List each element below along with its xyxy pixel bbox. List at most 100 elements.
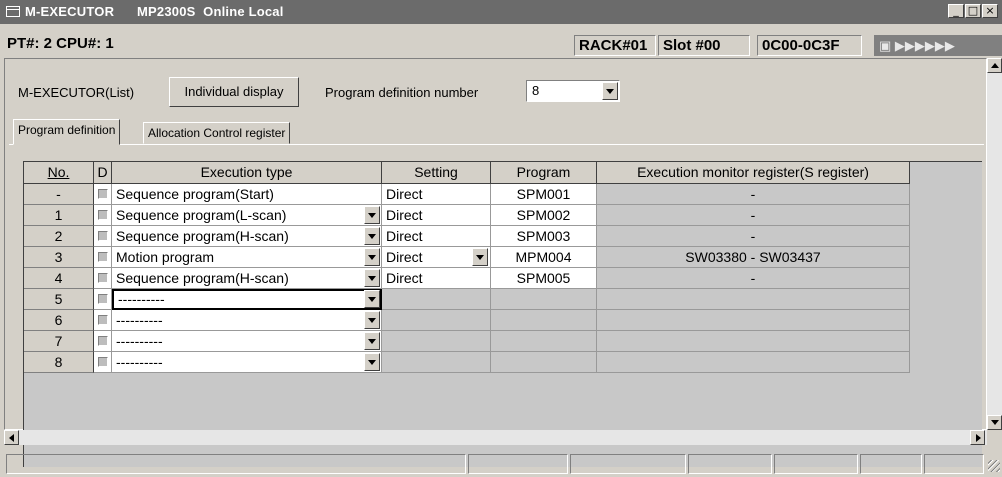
individual-display-button[interactable]: Individual display xyxy=(169,77,299,107)
execution-type-text: Sequence program(L-scan) xyxy=(116,207,287,223)
rack-indicator: RACK#01 xyxy=(574,35,656,56)
d-checkbox[interactable] xyxy=(98,336,108,346)
status-panel xyxy=(570,454,686,474)
execution-type-dropdown-button[interactable] xyxy=(364,269,380,287)
execution-type-dropdown-button[interactable] xyxy=(364,311,380,329)
setting-cell[interactable]: Direct xyxy=(382,268,491,289)
d-checkbox[interactable] xyxy=(98,189,108,199)
execution-type-text: ---------- xyxy=(118,291,165,307)
online-status-indicator: ▣ ▶▶▶▶▶▶ xyxy=(874,35,1002,56)
row-d-cell xyxy=(94,268,112,289)
monitor-register-cell xyxy=(597,310,910,331)
d-checkbox[interactable] xyxy=(98,210,108,220)
d-checkbox[interactable] xyxy=(98,231,108,241)
column-header-execution-type[interactable]: Execution type xyxy=(112,162,382,184)
execution-type-cell[interactable]: ---------- xyxy=(112,289,382,310)
execution-type-text: ---------- xyxy=(116,354,163,370)
monitor-register-cell xyxy=(597,289,910,310)
window-title: M-EXECUTOR MP2300S Online Local xyxy=(25,4,284,19)
execution-type-dropdown-button[interactable] xyxy=(364,248,380,266)
scroll-left-button[interactable] xyxy=(4,430,19,445)
program-definition-number-value: 8 xyxy=(532,83,540,98)
program-cell[interactable]: SPM002 xyxy=(491,205,597,226)
setting-cell[interactable]: Direct xyxy=(382,184,491,205)
program-cell[interactable]: SPM003 xyxy=(491,226,597,247)
row-number: 3 xyxy=(24,247,94,268)
scroll-right-button[interactable] xyxy=(970,430,985,445)
close-button[interactable]: × xyxy=(982,4,998,18)
minimize-button[interactable]: _ xyxy=(948,4,964,18)
setting-cell xyxy=(382,352,491,373)
execution-type-cell[interactable]: ---------- xyxy=(112,331,382,352)
window-icon[interactable] xyxy=(6,6,20,17)
row-number: 8 xyxy=(24,352,94,373)
d-checkbox[interactable] xyxy=(98,294,108,304)
program-cell[interactable]: SPM001 xyxy=(491,184,597,205)
row-d-cell xyxy=(94,184,112,205)
program-cell[interactable]: MPM004 xyxy=(491,247,597,268)
execution-type-cell[interactable]: ---------- xyxy=(112,352,382,373)
d-checkbox[interactable] xyxy=(98,357,108,367)
execution-type-text: ---------- xyxy=(116,312,163,328)
d-checkbox[interactable] xyxy=(98,315,108,325)
execution-type-text: Motion program xyxy=(116,249,215,265)
execution-type-dropdown-button[interactable] xyxy=(364,353,380,371)
execution-type-cell[interactable]: ---------- xyxy=(112,310,382,331)
column-header-monitor-register[interactable]: Execution monitor register(S register) xyxy=(597,162,910,184)
row-number: 1 xyxy=(24,205,94,226)
execution-type-text: ---------- xyxy=(116,333,163,349)
monitor-register-cell: - xyxy=(597,205,910,226)
status-panel xyxy=(860,454,922,474)
setting-dropdown-button[interactable] xyxy=(472,248,488,266)
execution-type-dropdown-button[interactable] xyxy=(364,227,380,245)
slot-indicator: Slot #00 xyxy=(658,35,750,56)
main-panel: M-EXECUTOR(List) Individual display Prog… xyxy=(4,58,987,467)
scroll-up-button[interactable] xyxy=(987,58,1002,73)
row-d-cell xyxy=(94,310,112,331)
tab-program-definition[interactable]: Program definition xyxy=(13,119,121,145)
execution-type-text: Sequence program(H-scan) xyxy=(116,228,289,244)
program-definition-number-select[interactable]: 8 xyxy=(526,80,620,102)
setting-cell[interactable]: Direct xyxy=(382,226,491,247)
setting-cell xyxy=(382,331,491,352)
column-header-no[interactable]: No. xyxy=(24,162,94,184)
setting-cell xyxy=(382,310,491,331)
execution-type-cell[interactable]: Motion program xyxy=(112,247,382,268)
program-cell xyxy=(491,331,597,352)
monitor-icon: ▣ xyxy=(879,38,895,53)
d-checkbox[interactable] xyxy=(98,273,108,283)
resize-grip-icon[interactable] xyxy=(988,460,1000,472)
horizontal-scrollbar[interactable] xyxy=(4,430,987,445)
program-definition-number-label: Program definition number xyxy=(325,85,479,100)
chevron-down-icon xyxy=(368,318,376,323)
row-d-cell xyxy=(94,352,112,373)
chevron-down-icon xyxy=(368,297,376,302)
execution-type-cell[interactable]: Sequence program(L-scan) xyxy=(112,205,382,226)
column-header-d[interactable]: D xyxy=(94,162,112,184)
tab-allocation-control-register[interactable]: Allocation Control register xyxy=(143,122,291,144)
execution-type-cell[interactable]: Sequence program(H-scan) xyxy=(112,268,382,289)
program-cell[interactable]: SPM005 xyxy=(491,268,597,289)
d-checkbox[interactable] xyxy=(98,252,108,262)
scroll-down-button[interactable] xyxy=(987,415,1002,430)
vertical-scrollbar[interactable] xyxy=(987,58,1002,430)
maximize-button[interactable]: □ xyxy=(965,4,981,18)
status-panel xyxy=(774,454,858,474)
program-cell xyxy=(491,352,597,373)
tab-divider xyxy=(9,144,984,145)
status-panel xyxy=(468,454,568,474)
chevron-down-icon[interactable] xyxy=(602,82,618,100)
column-header-setting[interactable]: Setting xyxy=(382,162,491,184)
column-header-program[interactable]: Program xyxy=(491,162,597,184)
status-panel xyxy=(6,454,466,474)
execution-type-cell[interactable]: Sequence program(H-scan) xyxy=(112,226,382,247)
execution-type-dropdown-button[interactable] xyxy=(364,290,380,308)
execution-type-cell[interactable]: Sequence program(Start) xyxy=(112,184,382,205)
setting-cell[interactable]: Direct xyxy=(382,205,491,226)
chevron-down-icon xyxy=(368,234,376,239)
monitor-register-cell: SW03380 - SW03437 xyxy=(597,247,910,268)
chevron-down-icon xyxy=(368,255,376,260)
execution-type-dropdown-button[interactable] xyxy=(364,206,380,224)
execution-type-dropdown-button[interactable] xyxy=(364,332,380,350)
row-number: 7 xyxy=(24,331,94,352)
